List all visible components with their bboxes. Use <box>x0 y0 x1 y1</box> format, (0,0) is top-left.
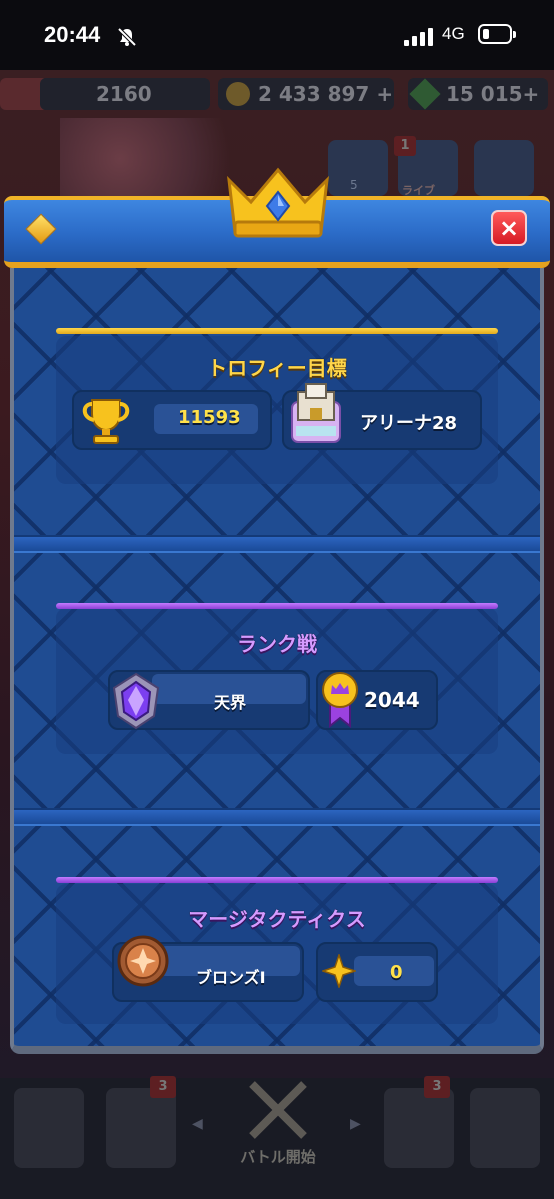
nav-shop[interactable] <box>14 1088 84 1168</box>
nav-right-arrow[interactable]: ▶ <box>350 1116 361 1132</box>
ranked-title: ランク戦 <box>237 632 317 656</box>
close-button[interactable]: × <box>491 210 527 246</box>
nav-clan-badge: 3 <box>424 1076 450 1098</box>
medal-icon <box>322 672 358 728</box>
purple-accent-line <box>56 877 498 883</box>
gold-accent-line <box>56 328 498 334</box>
section-divider <box>14 808 540 826</box>
arena-value: アリーナ28 <box>360 413 458 434</box>
bronze-rank-value: ブロンズI <box>196 968 266 987</box>
gold-plus: + <box>376 82 394 106</box>
status-bar: 20:44 4G <box>0 0 554 70</box>
coin-icon <box>226 82 250 106</box>
rank-crystal-icon <box>112 672 160 730</box>
gold-count: 2 433 897 <box>258 82 370 106</box>
close-icon: × <box>498 214 520 242</box>
gold-counter[interactable]: 2 433 897 + <box>218 78 394 110</box>
network-type: 4G <box>442 24 465 43</box>
menu-button[interactable] <box>474 140 534 196</box>
battle-label[interactable]: バトル開始 <box>228 1146 328 1167</box>
trophy-goal-title: トロフィー目標 <box>207 356 347 380</box>
gem-plus: + <box>522 82 540 106</box>
nav-cards-badge: 3 <box>150 1076 176 1098</box>
purple-accent-line <box>56 603 498 609</box>
friends-count: 5 <box>350 178 358 192</box>
trophy-counter: 2160 <box>40 78 210 110</box>
merge-tactics-title: マージタクティクス <box>188 907 366 931</box>
bell-muted-icon <box>117 27 137 47</box>
nav-cards[interactable] <box>106 1088 176 1168</box>
battery-icon <box>478 24 512 44</box>
rank-rating-value: 2044 <box>364 688 420 712</box>
live-badge: 1 <box>394 136 416 156</box>
signal-icon <box>404 28 433 46</box>
rank-league-value: 天界 <box>214 693 247 712</box>
status-time: 20:44 <box>44 22 101 47</box>
gem-counter[interactable]: 15 015+ <box>408 78 548 110</box>
gem-count: 15 015 <box>446 82 523 106</box>
gem-icon <box>409 78 441 110</box>
arena-icon <box>291 383 341 443</box>
trophy-goal-value: 11593 <box>178 407 241 428</box>
nav-clan[interactable] <box>384 1088 454 1168</box>
section-divider <box>14 535 540 553</box>
bronze-rank-icon <box>117 935 169 987</box>
friends-button[interactable]: 5 <box>328 140 388 196</box>
nav-events[interactable] <box>470 1088 540 1168</box>
trophy-count: 2160 <box>96 82 152 106</box>
battery-cap <box>513 31 516 38</box>
trophy-icon <box>82 399 130 444</box>
nav-left-arrow[interactable]: ◀ <box>192 1116 203 1132</box>
star-icon <box>322 954 356 988</box>
merge-points-value: 0 <box>390 962 403 983</box>
crown-icon <box>227 167 329 238</box>
crossed-swords-icon[interactable] <box>242 1078 314 1142</box>
